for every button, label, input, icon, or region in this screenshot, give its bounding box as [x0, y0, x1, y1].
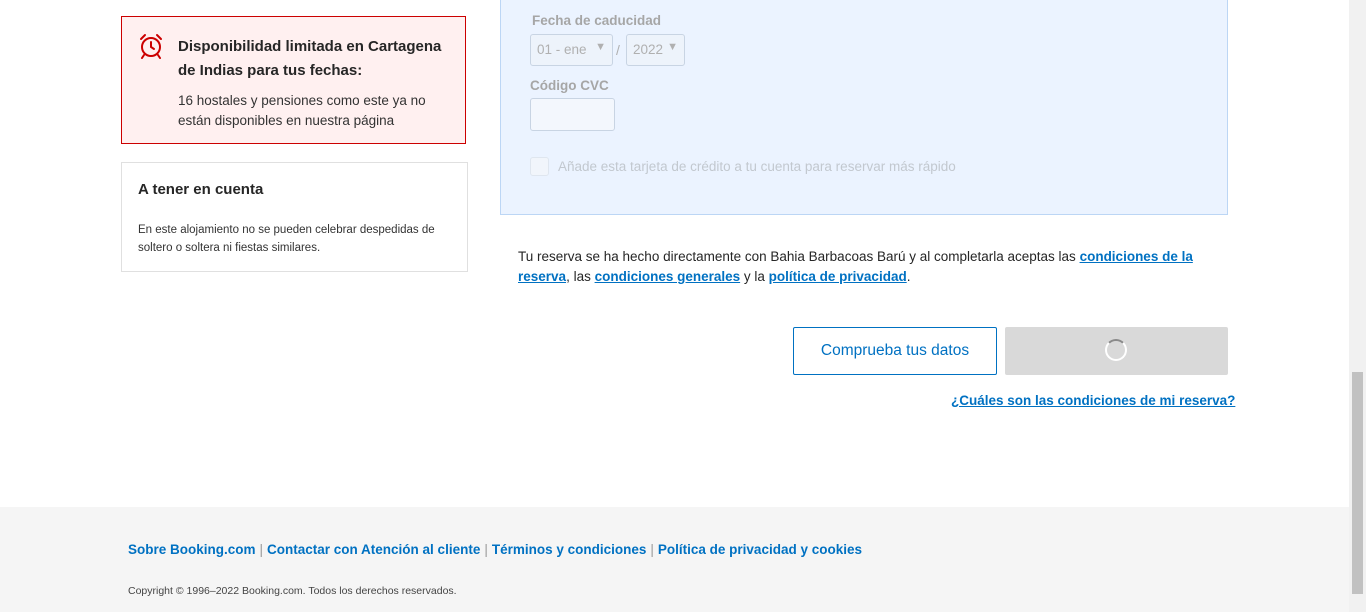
- footer-link-terms[interactable]: Términos y condiciones: [492, 542, 647, 557]
- alert-title: Disponibilidad limitada en Cartagena de …: [178, 38, 442, 79]
- complete-booking-button[interactable]: [1005, 327, 1228, 375]
- expiry-separator: /: [616, 42, 620, 58]
- footer: Sobre Booking.com | Contactar con Atención…: [0, 507, 1349, 612]
- chevron-down-icon: ▼: [595, 41, 606, 53]
- terms-mid2: y la: [740, 269, 769, 284]
- cvc-label: Código CVC: [530, 78, 609, 93]
- expiry-year-value: 2022: [633, 42, 664, 57]
- expiry-month-select[interactable]: 01 - ene ▼: [530, 34, 613, 66]
- loading-spinner-icon: [1105, 339, 1127, 361]
- booking-conditions-question-link[interactable]: ¿Cuáles son las condiciones de mi reserv…: [951, 393, 1235, 408]
- footer-link-about[interactable]: Sobre Booking.com: [128, 542, 256, 557]
- save-card-checkbox[interactable]: [530, 157, 549, 176]
- vertical-scrollbar[interactable]: [1349, 0, 1366, 612]
- notice-box: A tener en cuenta En este alojamiento no…: [121, 162, 468, 272]
- availability-alert: Disponibilidad limitada en Cartagena de …: [121, 16, 466, 144]
- alert-text: 16 hostales y pensiones como este ya no …: [178, 93, 426, 128]
- terms-suffix: .: [906, 269, 911, 284]
- expiry-year-select[interactable]: 2022 ▼: [626, 34, 685, 66]
- cvc-input[interactable]: [530, 98, 615, 131]
- footer-links: Sobre Booking.com | Contactar con Atención…: [128, 542, 862, 557]
- save-card-label: Añade esta tarjeta de crédito a tu cuent…: [558, 159, 956, 174]
- privacy-policy-link[interactable]: política de privacidad: [769, 269, 907, 284]
- chevron-down-icon: ▼: [667, 41, 678, 53]
- footer-link-contact[interactable]: Contactar con Atención al cliente: [267, 542, 480, 557]
- footer-separator: |: [650, 542, 654, 557]
- alarm-clock-icon: [140, 34, 162, 59]
- expiry-label: Fecha de caducidad: [532, 13, 662, 28]
- terms-text: Tu reserva se ha hecho directamente con …: [518, 247, 1218, 287]
- footer-separator: |: [484, 542, 488, 557]
- terms-prefix: Tu reserva se ha hecho directamente con …: [518, 249, 1080, 264]
- general-conditions-link[interactable]: condiciones generales: [595, 269, 741, 284]
- scrollbar-thumb[interactable]: [1352, 372, 1363, 594]
- check-details-button[interactable]: Comprueba tus datos: [793, 327, 997, 375]
- footer-separator: |: [259, 542, 264, 557]
- notice-title: A tener en cuenta: [138, 181, 264, 198]
- notice-text: En este alojamiento no se pueden celebra…: [138, 224, 435, 254]
- expiry-month-value: 01 - ene: [537, 42, 587, 57]
- terms-mid1: , las: [566, 269, 595, 284]
- footer-link-privacy[interactable]: Política de privacidad y cookies: [658, 542, 862, 557]
- copyright: Copyright © 1996–2022 Booking.com. Todos…: [128, 585, 457, 597]
